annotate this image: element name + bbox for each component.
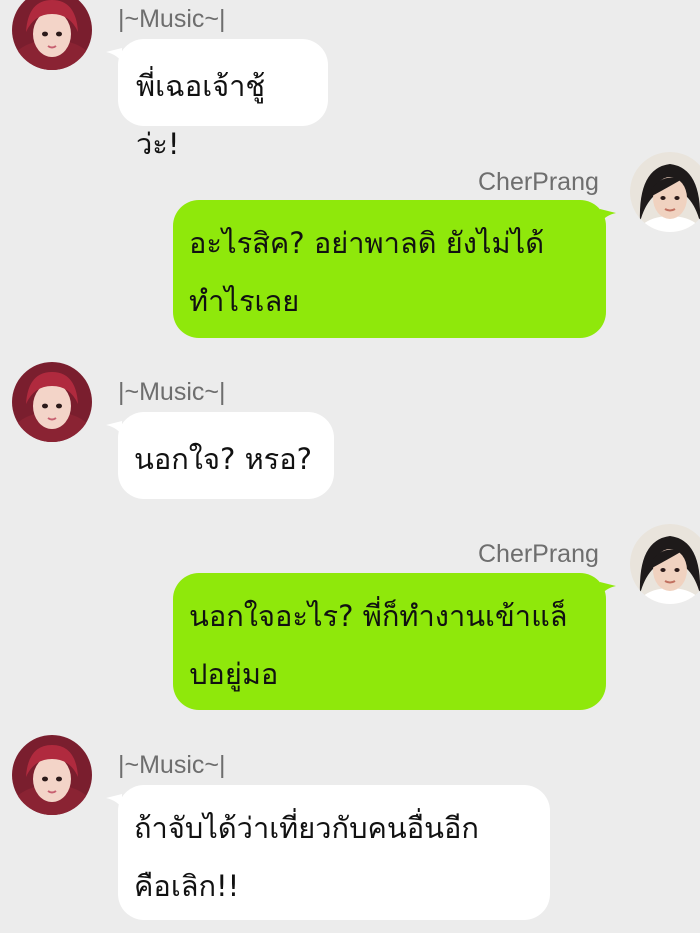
sender-name: |~Music~| xyxy=(118,751,226,779)
bubble-tail xyxy=(600,209,616,223)
message-text: นอกใจอะไร? พี่ก็ทำงานเข้าแล็ xyxy=(189,599,568,633)
bubble-tail xyxy=(106,794,122,808)
chat-thread: |~Music~| พี่เฉอเจ้าชู้ว่ะ! CherPrang อะ… xyxy=(0,0,700,933)
message-text: คือเลิก!! xyxy=(134,869,240,903)
music-avatar[interactable] xyxy=(12,0,92,70)
message-bubble[interactable]: ถ้าจับได้ว่าเที่ยวกับคนอื่นอีก คือเลิก!! xyxy=(118,785,550,920)
message-text: ปอยู่มอ xyxy=(189,657,279,691)
bubble-tail xyxy=(106,48,122,62)
music-avatar[interactable] xyxy=(12,362,92,442)
music-avatar[interactable] xyxy=(12,735,92,815)
bubble-tail xyxy=(106,421,122,435)
message-bubble[interactable]: นอกใจ? หรอ? xyxy=(118,412,334,499)
sender-name: CherPrang xyxy=(478,540,599,568)
message-bubble[interactable]: พี่เฉอเจ้าชู้ว่ะ! xyxy=(118,39,328,161)
bubble-tail xyxy=(600,582,616,596)
cherprang-avatar[interactable] xyxy=(630,152,700,232)
sender-name: |~Music~| xyxy=(118,5,226,33)
message-bubble[interactable]: นอกใจอะไร? พี่ก็ทำงานเข้าแล็ ปอยู่มอ xyxy=(173,573,606,710)
message-text: ทำไรเลย xyxy=(189,284,300,318)
message-text: อะไรสิค? อย่าพาลดิ ยังไม่ได้ xyxy=(189,226,545,260)
sender-name: |~Music~| xyxy=(118,378,226,406)
message-text: พี่เฉอเจ้าชู้ว่ะ! xyxy=(136,69,266,161)
cherprang-avatar[interactable] xyxy=(630,524,700,604)
message-text: นอกใจ? หรอ? xyxy=(134,442,313,476)
sender-name: CherPrang xyxy=(478,168,599,196)
message-text: ถ้าจับได้ว่าเที่ยวกับคนอื่นอีก xyxy=(134,811,479,845)
message-bubble[interactable]: อะไรสิค? อย่าพาลดิ ยังไม่ได้ ทำไรเลย xyxy=(173,200,606,338)
